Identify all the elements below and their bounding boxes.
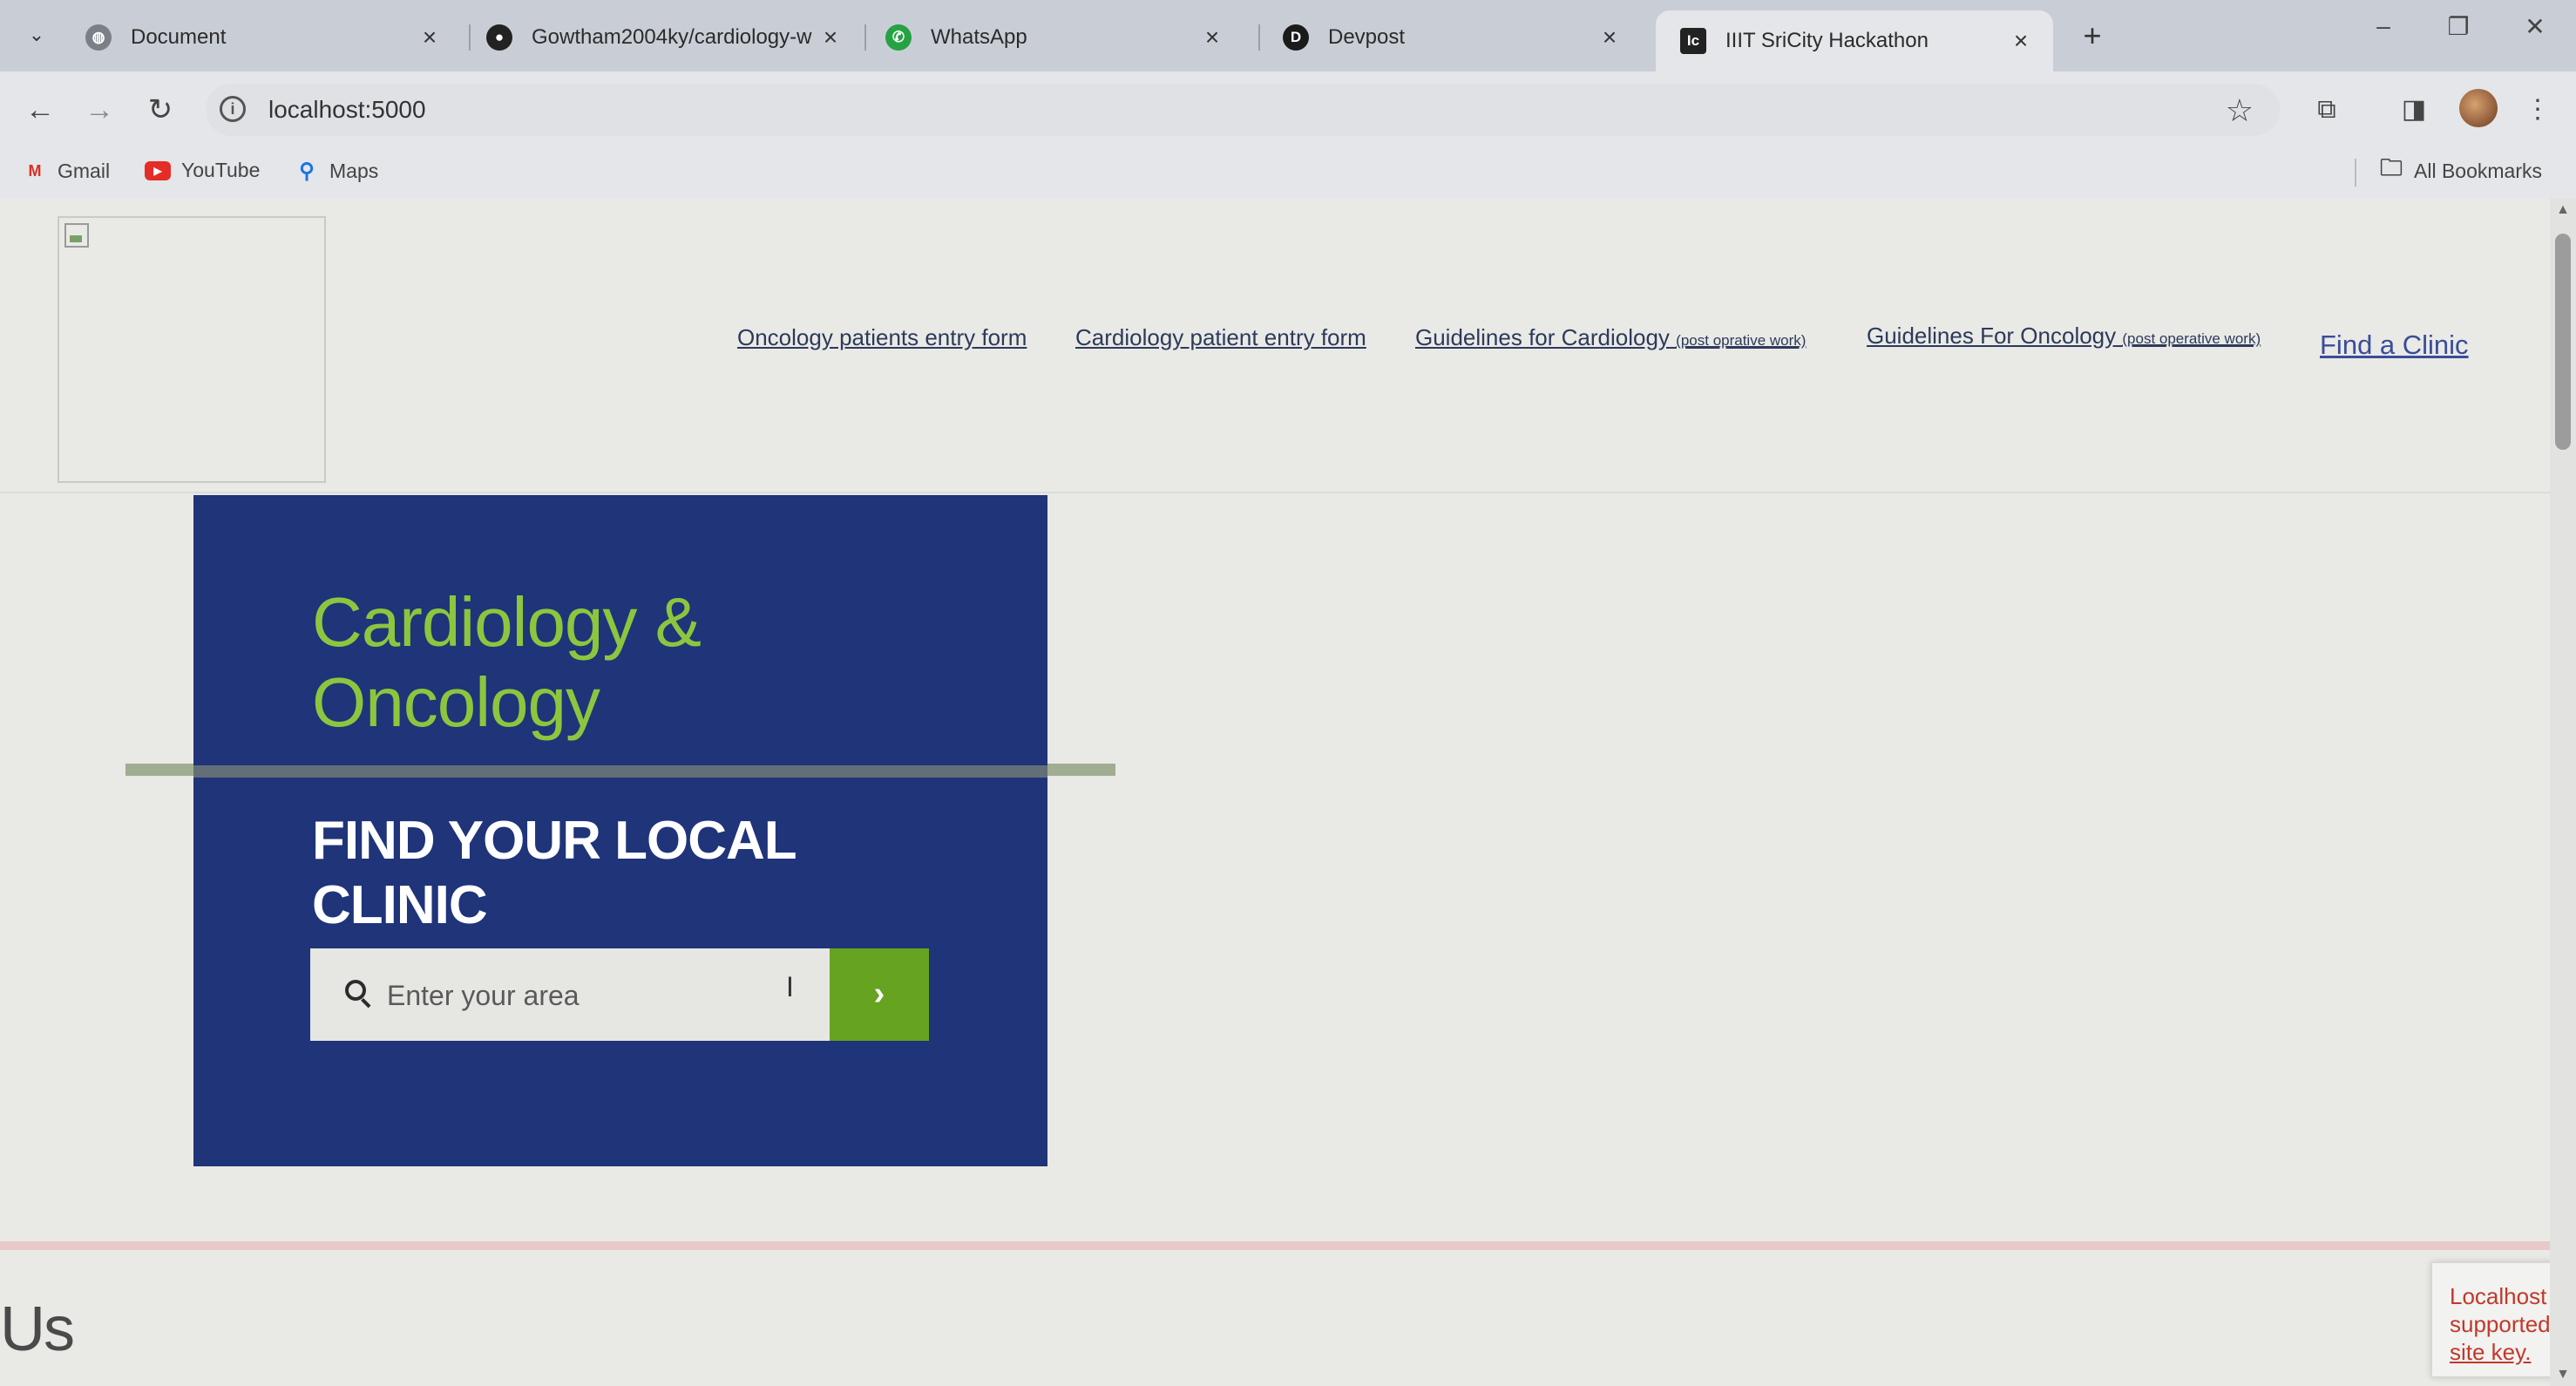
- kebab-menu-icon[interactable]: ⋮: [2518, 91, 2557, 129]
- text-cursor-icon: I: [786, 971, 794, 1002]
- nav-link-cardiology-guidelines[interactable]: Guidelines for Cardiology (post oprative…: [1415, 324, 1806, 351]
- devpost-icon: D: [1283, 24, 1309, 51]
- recaptcha-line: site key.: [2450, 1339, 2532, 1365]
- new-tab-plus-icon[interactable]: +: [2071, 14, 2114, 58]
- header-divider: [0, 492, 2550, 493]
- hero-title-line: Oncology: [312, 663, 600, 741]
- tab-title: Devpost: [1328, 25, 1406, 49]
- close-icon[interactable]: ×: [1596, 24, 1623, 51]
- tab-search-chevron-icon[interactable]: ⌄: [19, 17, 54, 52]
- site-info-icon[interactable]: i: [220, 96, 246, 122]
- chevron-right-icon: ›: [873, 975, 885, 1012]
- close-icon[interactable]: ×: [1199, 24, 1225, 51]
- clinic-search-box: I: [310, 948, 830, 1041]
- tab-title: Gowtham2004ky/cardiology-w: [532, 25, 812, 49]
- tab-devpost[interactable]: D Devpost ×: [1258, 10, 1642, 65]
- bookmark-label: YouTube: [181, 159, 261, 181]
- nav-link-cardiology-entry-form[interactable]: Cardiology patient entry form: [1075, 324, 1366, 351]
- close-icon[interactable]: ×: [817, 24, 844, 51]
- reload-icon[interactable]: ↻: [139, 89, 181, 131]
- scrollbar-thumb[interactable]: [2555, 234, 2571, 450]
- nav-link-label: Cardiology patient entry form: [1075, 324, 1366, 350]
- search-icon: [345, 980, 366, 1001]
- tab-whatsapp[interactable]: ✆ WhatsApp ×: [861, 10, 1244, 65]
- page-scrollbar[interactable]: ▲ ▼: [2550, 199, 2576, 1386]
- side-panel-icon[interactable]: ◨: [2395, 91, 2433, 129]
- hero-title: Cardiology & Oncology: [312, 582, 702, 743]
- tab-strip: ⌄ ◍ Document × ● Gowtham2004ky/cardiolog…: [0, 0, 2576, 71]
- close-icon[interactable]: ×: [2008, 27, 2034, 55]
- youtube-icon: ▶: [145, 160, 171, 180]
- recaptcha-line: Localhost: [2450, 1283, 2547, 1309]
- back-arrow-icon[interactable]: ←: [19, 89, 61, 131]
- hero-subtitle: FIND YOUR LOCAL CLINIC: [312, 809, 797, 938]
- nav-link-oncology-guidelines[interactable]: Guidelines For Oncology (post operative …: [1867, 323, 2261, 350]
- logo-image-broken: [58, 216, 326, 483]
- minimize-icon[interactable]: –: [2362, 12, 2405, 40]
- globe-icon: ◍: [85, 24, 112, 51]
- ic-icon: Ic: [1680, 28, 1706, 54]
- bookmark-label: Maps: [329, 159, 379, 182]
- area-search-input[interactable]: [385, 973, 807, 1018]
- hero-subtitle-line: CLINIC: [312, 875, 488, 935]
- search-submit-button[interactable]: ›: [830, 948, 929, 1041]
- close-icon[interactable]: ×: [417, 24, 443, 51]
- folder-icon: 🗀: [2379, 154, 2403, 180]
- hero-title-line: Cardiology &: [312, 583, 702, 661]
- bookmarks-bar: M Gmail ▶ YouTube ⚲ Maps 🗀 All Bookmarks: [0, 148, 2576, 200]
- bookmarks-divider: [2355, 159, 2356, 187]
- url-text[interactable]: localhost:5000: [268, 96, 426, 124]
- maps-pin-icon: ⚲: [299, 159, 315, 183]
- hero-panel: Cardiology & Oncology FIND YOUR LOCAL CL…: [193, 495, 1047, 1166]
- address-bar[interactable]: i localhost:5000 ☆: [206, 84, 2280, 136]
- bookmark-gmail[interactable]: M Gmail: [23, 159, 111, 183]
- nav-link-label: Guidelines For Oncology: [1867, 323, 2117, 349]
- browser-toolbar: ← → ↻ i localhost:5000 ☆ ⧉ ◨ ⋮: [0, 71, 2576, 148]
- window-close-icon[interactable]: ✕: [2513, 12, 2557, 41]
- hero-divider-band: [193, 765, 1047, 778]
- bookmark-label: All Bookmarks: [2414, 159, 2542, 182]
- forward-arrow-icon[interactable]: →: [78, 89, 120, 131]
- tab-iiit-hackathon[interactable]: Ic IIIT SriCity Hackathon ×: [1656, 10, 2053, 71]
- scroll-down-icon[interactable]: ▼: [2550, 1367, 2576, 1383]
- tab-github[interactable]: ● Gowtham2004ky/cardiology-w ×: [462, 10, 863, 65]
- bookmark-youtube[interactable]: ▶ YouTube: [145, 159, 260, 182]
- section-heading-partial: Us: [0, 1294, 75, 1364]
- bookmark-star-icon[interactable]: ☆: [2226, 92, 2254, 129]
- broken-image-icon: [64, 223, 89, 248]
- scroll-up-icon[interactable]: ▲: [2550, 202, 2576, 218]
- tab-title: Document: [131, 25, 227, 49]
- whatsapp-icon: ✆: [885, 24, 912, 51]
- gmail-icon: M: [28, 161, 42, 180]
- github-icon: ●: [486, 24, 512, 51]
- bookmark-maps[interactable]: ⚲ Maps: [295, 159, 378, 183]
- recaptcha-badge[interactable]: Localhost supported site key.: [2431, 1262, 2550, 1377]
- extensions-puzzle-icon[interactable]: ⧉: [2308, 91, 2346, 129]
- section-divider: [0, 1241, 2550, 1250]
- nav-link-note: (post operative work): [2122, 330, 2261, 347]
- profile-avatar[interactable]: [2459, 89, 2498, 127]
- nav-link-note: (post oprative work): [1676, 332, 1807, 349]
- recaptcha-line: supported: [2450, 1311, 2550, 1337]
- tab-title: WhatsApp: [931, 25, 1027, 49]
- all-bookmarks-button[interactable]: 🗀 All Bookmarks: [2379, 154, 2542, 183]
- nav-link-oncology-entry-form[interactable]: Oncology patients entry form: [737, 324, 1027, 351]
- tab-document[interactable]: ◍ Document ×: [61, 10, 462, 65]
- bookmark-label: Gmail: [58, 159, 111, 182]
- nav-link-label: Guidelines for Cardiology: [1415, 324, 1670, 350]
- hero-subtitle-line: FIND YOUR LOCAL: [312, 811, 797, 871]
- tab-title: IIIT SriCity Hackathon: [1725, 29, 1929, 52]
- restore-icon[interactable]: ❐: [2437, 12, 2480, 41]
- nav-link-label: Oncology patients entry form: [737, 324, 1027, 350]
- find-a-clinic-link[interactable]: Find a Clinic: [2320, 330, 2469, 361]
- recaptcha-error-text: Localhost supported site key.: [2450, 1282, 2550, 1366]
- page-viewport: Oncology patients entry form Cardiology …: [0, 199, 2550, 1386]
